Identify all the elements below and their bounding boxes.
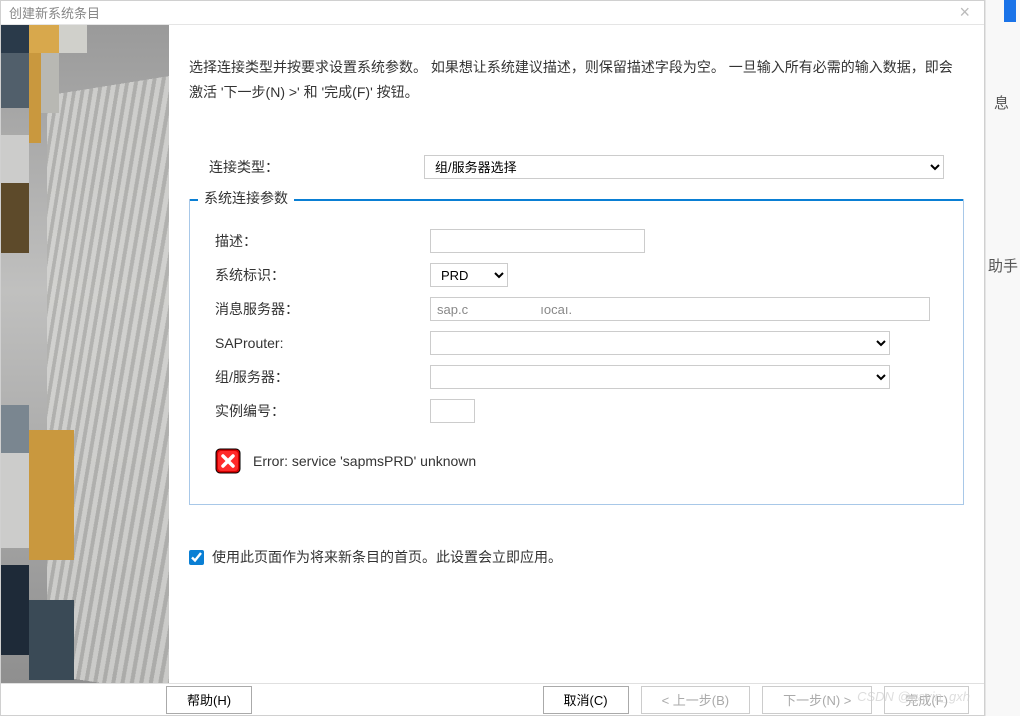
instance-input[interactable] — [430, 399, 475, 423]
system-id-select[interactable]: PRD — [430, 263, 508, 287]
message-server-label: 消息服务器： — [205, 299, 430, 319]
close-icon[interactable]: × — [953, 2, 976, 23]
cancel-button[interactable]: 取消(C) — [543, 686, 629, 714]
dialog-title: 创建新系统条目 — [9, 3, 100, 22]
dialog-footer: 帮助(H) 取消(C) < 上一步(B) 下一步(N) > 完成(F) — [1, 683, 984, 715]
next-button[interactable]: 下一步(N) > — [762, 686, 872, 714]
saprouter-label: SAProuter: — [205, 335, 430, 351]
watermark: CSDN @gavin_gxh — [857, 689, 970, 704]
description-label: 描述： — [205, 231, 430, 251]
help-button[interactable]: 帮助(H) — [166, 686, 252, 714]
default-page-label: 使用此页面作为将来新条目的首页。此设置会立即应用。 — [212, 547, 562, 567]
message-server-input[interactable] — [430, 297, 930, 321]
instance-label: 实例编号： — [205, 401, 430, 421]
fieldset-legend: 系统连接参数 — [198, 188, 294, 208]
system-id-label: 系统标识： — [205, 265, 430, 285]
accent-fragment — [1004, 0, 1016, 22]
error-message: Error: service 'sapmsPRD' unknown — [253, 453, 476, 469]
description-input[interactable] — [430, 229, 645, 253]
connection-type-label: 连接类型： — [189, 157, 424, 177]
connection-type-select[interactable]: 组/服务器选择 — [424, 155, 944, 179]
titlebar: 创建新系统条目 × — [1, 1, 984, 25]
right-sidebar-fragment: 息 助手 — [985, 0, 1020, 716]
group-server-select[interactable] — [430, 365, 890, 389]
error-icon — [215, 448, 241, 474]
intro-text: 选择连接类型并按要求设置系统参数。 如果想让系统建议描述，则保留描述字段为空。 … — [189, 55, 964, 105]
saprouter-select[interactable] — [430, 331, 890, 355]
system-params-fieldset: 系统连接参数 描述： 系统标识： PRD 消息服务器： SAProuter: — [189, 199, 964, 505]
default-page-checkbox[interactable] — [189, 550, 204, 565]
wizard-banner-image — [1, 25, 169, 690]
back-button[interactable]: < 上一步(B) — [641, 686, 751, 714]
group-server-label: 组/服务器： — [205, 367, 430, 387]
